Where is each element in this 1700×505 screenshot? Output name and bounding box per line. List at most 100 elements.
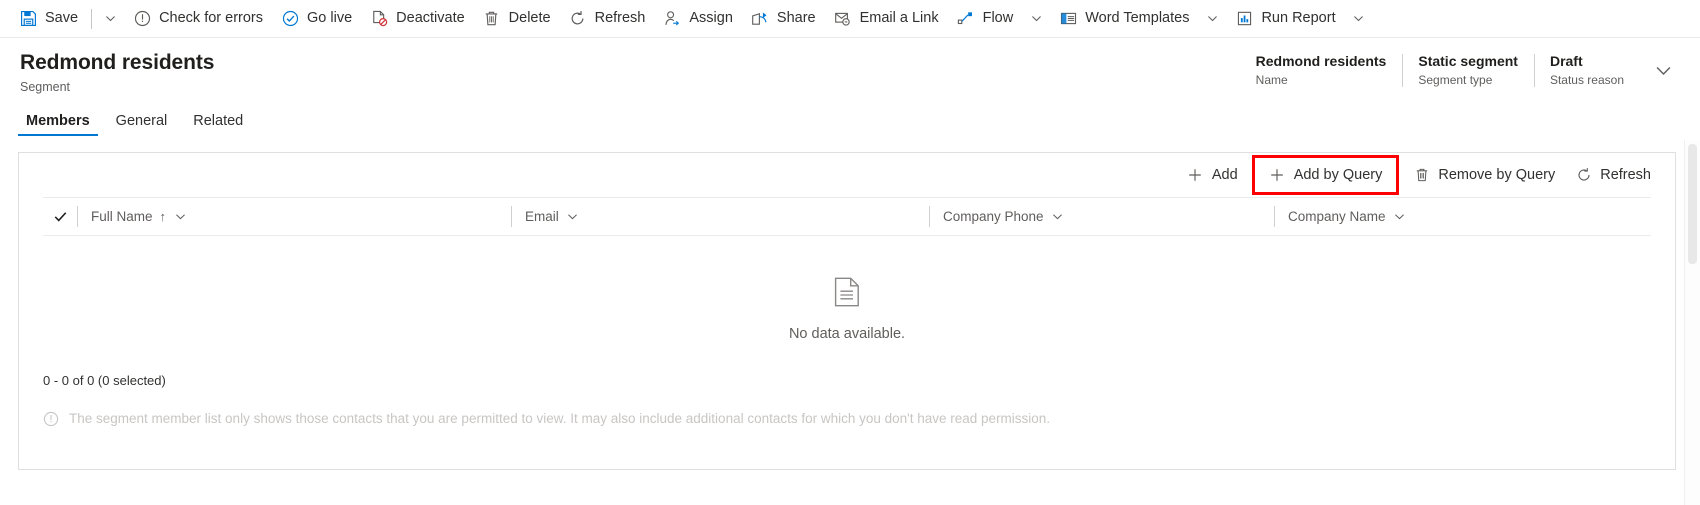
save-icon: [19, 10, 37, 28]
grid-command-bar: Add Add by Query Remove by Query Refresh: [19, 153, 1675, 197]
command-flow-label: Flow: [982, 10, 1014, 27]
report-icon: [1235, 10, 1253, 28]
grid-empty-state: No data available.: [19, 264, 1675, 356]
command-go-live-label: Go live: [307, 10, 353, 27]
chevron-down-icon[interactable]: [1646, 54, 1680, 88]
command-word-templates[interactable]: Word Templates: [1050, 0, 1198, 38]
command-run-report-label: Run Report: [1261, 10, 1336, 27]
refresh-icon: [1575, 167, 1592, 184]
record-header: Redmond residents Segment Redmond reside…: [0, 38, 1700, 102]
grid-command-remove-by-query[interactable]: Remove by Query: [1403, 159, 1565, 191]
command-refresh[interactable]: Refresh: [560, 0, 655, 38]
grid-column-header-row: Full Name ↑ Email Company Phone Company …: [43, 198, 1651, 236]
header-field-name[interactable]: Redmond residents Name: [1240, 52, 1403, 89]
tab-members[interactable]: Members: [18, 112, 98, 136]
header-field-segment-type[interactable]: Static segment Segment type: [1402, 52, 1534, 89]
trash-icon: [483, 10, 501, 28]
command-flow[interactable]: Flow: [948, 0, 1023, 38]
command-check-for-errors-label: Check for errors: [159, 10, 264, 27]
command-go-live[interactable]: Go live: [272, 0, 361, 38]
header-field-segment-type-value: Static segment: [1418, 53, 1518, 69]
share-icon: [751, 10, 769, 28]
command-deactivate[interactable]: Deactivate: [361, 0, 474, 38]
deactivate-icon: [370, 10, 388, 28]
header-field-status-reason[interactable]: Draft Status reason: [1533, 52, 1640, 89]
command-deactivate-label: Deactivate: [396, 10, 465, 27]
command-check-for-errors[interactable]: Check for errors: [124, 0, 272, 38]
command-assign-label: Assign: [689, 10, 733, 27]
grid-command-add-by-query[interactable]: Add by Query: [1251, 155, 1400, 195]
grid-command-remove-by-query-label: Remove by Query: [1438, 167, 1556, 183]
command-email-a-link[interactable]: Email a Link: [825, 0, 948, 38]
save-caret-icon[interactable]: [96, 0, 124, 38]
vertical-scrollbar-thumb[interactable]: [1688, 144, 1697, 264]
run-report-caret-icon[interactable]: [1345, 0, 1373, 38]
command-separator: [91, 8, 93, 29]
header-field-name-label: Name: [1255, 73, 1288, 87]
grid-column-full-name[interactable]: Full Name ↑: [77, 198, 511, 235]
page-subtitle: Segment: [20, 80, 71, 94]
command-share[interactable]: Share: [742, 0, 825, 38]
grid-empty-state-text: No data available.: [788, 325, 906, 342]
flow-caret-icon[interactable]: [1022, 0, 1050, 38]
tab-general[interactable]: General: [108, 112, 176, 136]
grid-column-company-name-label: Company Name: [1288, 208, 1386, 224]
command-delete-label: Delete: [508, 10, 551, 27]
grid-command-add-label: Add: [1211, 167, 1238, 183]
flow-icon: [957, 10, 975, 28]
record-header-left: Redmond residents Segment: [20, 50, 1240, 96]
sort-ascending-icon: ↑: [159, 209, 167, 224]
refresh-icon: [569, 10, 587, 28]
trash-icon: [1413, 167, 1430, 184]
grid-command-add-by-query-label: Add by Query: [1293, 167, 1383, 183]
command-share-label: Share: [776, 10, 816, 27]
header-field-name-value: Redmond residents: [1255, 53, 1387, 69]
header-field-status-reason-label: Status reason: [1549, 73, 1624, 87]
error-circle-icon: [133, 10, 151, 28]
grid-command-refresh-label: Refresh: [1600, 167, 1651, 183]
assign-person-icon: [663, 10, 681, 28]
word-templates-caret-icon[interactable]: [1198, 0, 1226, 38]
command-email-a-link-label: Email a Link: [859, 10, 939, 27]
header-field-status-reason-value: Draft: [1549, 53, 1583, 69]
top-command-bar: Save Check for errors Go live Deactivate…: [0, 0, 1700, 38]
vertical-scrollbar[interactable]: [1684, 140, 1700, 505]
document-icon: [834, 277, 860, 312]
command-delete[interactable]: Delete: [474, 0, 560, 38]
grid-permission-note-text: The segment member list only shows those…: [69, 411, 1051, 426]
grid-permission-note: The segment member list only shows those…: [43, 410, 1675, 428]
tab-list: Members General Related: [0, 102, 1700, 136]
word-template-icon: [1059, 10, 1077, 28]
grid-pager-status: 0 - 0 of 0 (0 selected): [43, 373, 166, 388]
grid-command-add[interactable]: Add: [1177, 159, 1248, 191]
grid-column-full-name-label: Full Name: [91, 208, 153, 224]
command-refresh-label: Refresh: [594, 10, 646, 27]
tab-related[interactable]: Related: [185, 112, 251, 136]
grid-column-email-label: Email: [525, 208, 559, 224]
command-save-label: Save: [45, 10, 79, 27]
email-link-icon: [834, 10, 852, 28]
plus-icon: [1269, 167, 1286, 184]
record-header-fields: Redmond residents Name Static segment Se…: [1240, 52, 1680, 89]
checkmark-icon: [54, 212, 66, 222]
select-all-checkbox[interactable]: [43, 209, 77, 224]
command-run-report[interactable]: Run Report: [1226, 0, 1344, 38]
chevron-down-icon[interactable]: [566, 210, 580, 224]
chevron-down-icon[interactable]: [1393, 210, 1407, 224]
command-assign[interactable]: Assign: [654, 0, 742, 38]
command-word-templates-label: Word Templates: [1085, 10, 1190, 27]
check-circle-icon: [281, 10, 299, 28]
members-grid-card: Add Add by Query Remove by Query Refresh: [18, 152, 1676, 470]
grid-column-company-name[interactable]: Company Name: [1274, 198, 1619, 235]
grid-column-company-phone[interactable]: Company Phone: [929, 198, 1274, 235]
header-field-segment-type-label: Segment type: [1418, 73, 1493, 87]
plus-icon: [1187, 167, 1204, 184]
grid-column-company-phone-label: Company Phone: [943, 208, 1044, 224]
info-circle-icon: [43, 411, 59, 427]
command-save[interactable]: Save: [10, 0, 87, 38]
grid-command-refresh[interactable]: Refresh: [1565, 159, 1661, 191]
grid-column-email[interactable]: Email: [511, 198, 929, 235]
chevron-down-icon[interactable]: [1051, 210, 1065, 224]
chevron-down-icon[interactable]: [173, 210, 187, 224]
page-title: Redmond residents: [20, 51, 215, 74]
